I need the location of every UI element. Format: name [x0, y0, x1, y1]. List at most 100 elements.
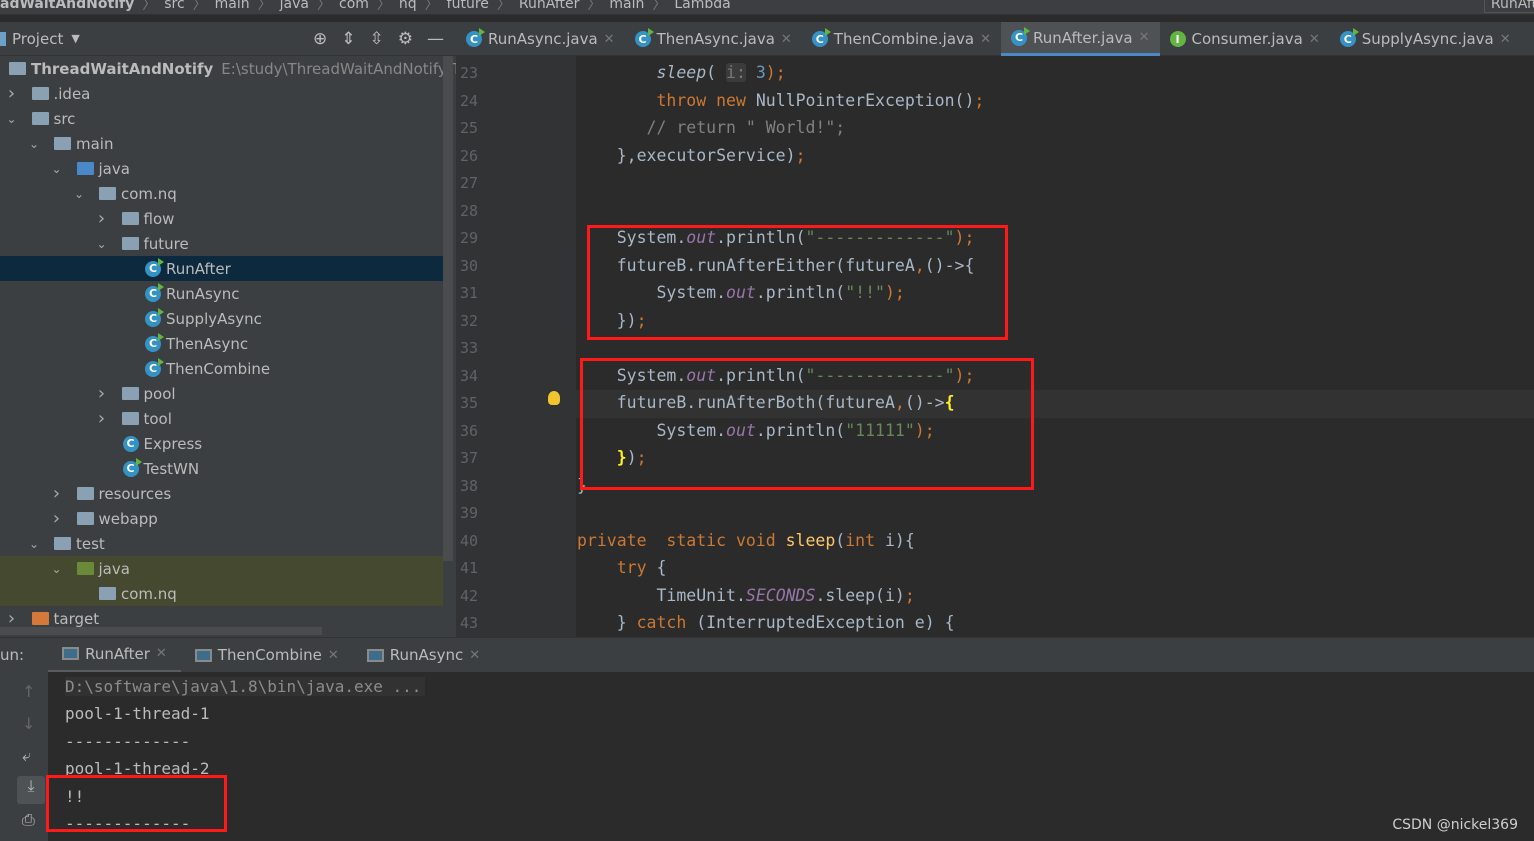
- tree-scrollbar[interactable]: [443, 56, 453, 561]
- line-number: 25: [460, 119, 479, 137]
- run-tab-runasync[interactable]: RunAsync ✕: [353, 638, 494, 673]
- tree-item[interactable]: C SupplyAsync: [0, 306, 443, 331]
- close-icon[interactable]: ✕: [1139, 30, 1150, 45]
- project-view-selector[interactable]: Project: [12, 30, 63, 48]
- tree-item-label: com.nq: [121, 185, 177, 203]
- tree-item[interactable]: C ThenAsync: [0, 331, 443, 356]
- tree-item[interactable]: › resources: [0, 481, 443, 506]
- tree-item-label: .idea: [54, 85, 91, 103]
- gear-icon[interactable]: ⚙: [398, 29, 413, 49]
- close-icon[interactable]: ✕: [1309, 32, 1320, 47]
- line-number: 29: [460, 229, 479, 247]
- tree-item[interactable]: com.nq: [0, 581, 443, 606]
- chevron-down-icon[interactable]: ▼: [71, 32, 79, 45]
- breadcrumb-item[interactable]: main: [609, 0, 644, 12]
- down-arrow-icon[interactable]: ↓: [22, 714, 35, 733]
- soft-wrap-icon[interactable]: ⤶: [22, 746, 31, 766]
- code-line[interactable]: private static void sleep(int i){: [577, 531, 915, 550]
- locate-icon[interactable]: ⊕: [313, 29, 327, 49]
- tree-item[interactable]: ⌄ java: [0, 156, 443, 181]
- tab-thenasync[interactable]: C ThenAsync.java ✕: [625, 22, 802, 56]
- class-icon: C: [145, 357, 164, 377]
- breadcrumb-item[interactable]: Lambda: [674, 0, 730, 12]
- tree-item[interactable]: › flow: [0, 206, 443, 231]
- run-config-selector[interactable]: RunAft: [1483, 0, 1534, 13]
- tree-item[interactable]: ⌄ java: [0, 556, 443, 581]
- chevron-right-icon[interactable]: ›: [6, 608, 18, 629]
- tree-item[interactable]: › tool: [0, 406, 443, 431]
- print-icon[interactable]: ⎙: [22, 810, 35, 830]
- code-line[interactable]: TimeUnit.SECONDS.sleep(i);: [577, 586, 914, 605]
- tree-item[interactable]: C RunAfter: [0, 256, 443, 281]
- close-icon[interactable]: ✕: [328, 648, 339, 663]
- code-line[interactable]: throw new NullPointerException();: [577, 91, 984, 110]
- tree-item[interactable]: ⌄ test: [0, 531, 443, 556]
- close-icon[interactable]: ✕: [469, 648, 480, 663]
- code-token: executorService): [636, 145, 796, 165]
- breadcrumb-item[interactable]: adWaitAndNotify: [0, 0, 134, 12]
- chevron-down-icon[interactable]: ⌄: [28, 537, 40, 551]
- code-line[interactable]: sleep( i: 3);: [577, 63, 786, 82]
- tree-item-name: src: [53, 109, 76, 128]
- tree-item[interactable]: C Express: [0, 431, 443, 456]
- tree-item[interactable]: › pool: [0, 381, 443, 406]
- run-tab-thencombine[interactable]: ThenCombine ✕: [181, 638, 353, 673]
- tree-item[interactable]: C RunAsync: [0, 281, 443, 306]
- tree-item[interactable]: ThreadWaitAndNotify E:\study\ThreadWaitAn…: [0, 56, 470, 81]
- breadcrumb-item[interactable]: RunAfter: [519, 0, 579, 12]
- tree-item[interactable]: ⌄ src: [0, 106, 443, 131]
- chevron-right-icon[interactable]: ›: [6, 83, 18, 104]
- tree-item[interactable]: ⌄ com.nq: [0, 181, 443, 206]
- code-line[interactable]: },executorService);: [577, 146, 806, 165]
- tree-item[interactable]: C TestWN: [0, 456, 443, 481]
- chevron-down-icon[interactable]: ⌄: [28, 137, 40, 151]
- tree-item[interactable]: › webapp: [0, 506, 443, 531]
- chevron-down-icon[interactable]: ⌄: [51, 562, 63, 576]
- breadcrumb-item[interactable]: src: [164, 0, 184, 12]
- breadcrumb-item[interactable]: main: [215, 0, 250, 12]
- breadcrumb-item[interactable]: nq: [399, 0, 417, 12]
- tab-supplyasync[interactable]: C SupplyAsync.java ✕: [1330, 22, 1521, 56]
- collapse-all-icon[interactable]: ⇳: [370, 29, 384, 49]
- close-icon[interactable]: ✕: [156, 646, 167, 661]
- tab-consumer[interactable]: I Consumer.java ✕: [1160, 22, 1330, 56]
- expand-all-icon[interactable]: ⇕: [341, 29, 355, 49]
- tab-runafter[interactable]: C RunAfter.java ✕: [1001, 22, 1160, 56]
- lightbulb-icon[interactable]: [548, 391, 560, 405]
- hide-icon[interactable]: —: [427, 29, 444, 49]
- up-arrow-icon[interactable]: ↑: [22, 682, 35, 701]
- tree-item[interactable]: ⌄ future: [0, 231, 443, 256]
- chevron-down-icon[interactable]: ⌄: [6, 112, 18, 126]
- chevron-down-icon[interactable]: ⌄: [73, 187, 85, 201]
- tab-thencombine[interactable]: C ThenCombine.java ✕: [802, 22, 1001, 56]
- breadcrumb-item[interactable]: future: [447, 0, 489, 12]
- run-tab-runafter[interactable]: RunAfter ✕: [48, 638, 181, 673]
- close-icon[interactable]: ✕: [604, 32, 615, 47]
- close-icon[interactable]: ✕: [1500, 32, 1511, 47]
- breadcrumb-item[interactable]: java: [280, 0, 309, 12]
- chevron-right-icon[interactable]: ›: [96, 408, 108, 429]
- code-token: throw new: [656, 90, 756, 110]
- code-line[interactable]: // return " World!";: [577, 118, 846, 137]
- line-number: 43: [460, 614, 479, 632]
- tree-horizontal-scrollbar[interactable]: [0, 627, 322, 635]
- breadcrumb-item[interactable]: com: [339, 0, 369, 12]
- chevron-right-icon[interactable]: ›: [51, 483, 63, 504]
- console-output[interactable]: [48, 672, 1534, 841]
- chevron-right-icon[interactable]: ›: [51, 508, 63, 529]
- close-icon[interactable]: ✕: [980, 32, 991, 47]
- tree-item[interactable]: C ThenCombine: [0, 356, 443, 381]
- tree-item[interactable]: ⌄ main: [0, 131, 443, 156]
- chevron-right-icon[interactable]: ›: [96, 383, 108, 404]
- chevron-down-icon[interactable]: ⌄: [96, 237, 108, 251]
- tab-runasync[interactable]: C RunAsync.java ✕: [456, 22, 625, 56]
- run-toolbar: ↑ ↓ ⤶ ⤓ ⎙: [0, 672, 48, 841]
- code-line[interactable]: } catch (InterruptedException e) {: [577, 613, 955, 632]
- scroll-to-end-icon[interactable]: ⤓: [17, 776, 45, 804]
- tree-item[interactable]: › .idea: [0, 81, 443, 106]
- code-line[interactable]: try {: [577, 558, 667, 577]
- chevron-right-icon[interactable]: ›: [96, 208, 108, 229]
- chevron-down-icon[interactable]: ⌄: [51, 162, 63, 176]
- run-tab-label: ThenCombine: [217, 646, 322, 664]
- close-icon[interactable]: ✕: [781, 32, 792, 47]
